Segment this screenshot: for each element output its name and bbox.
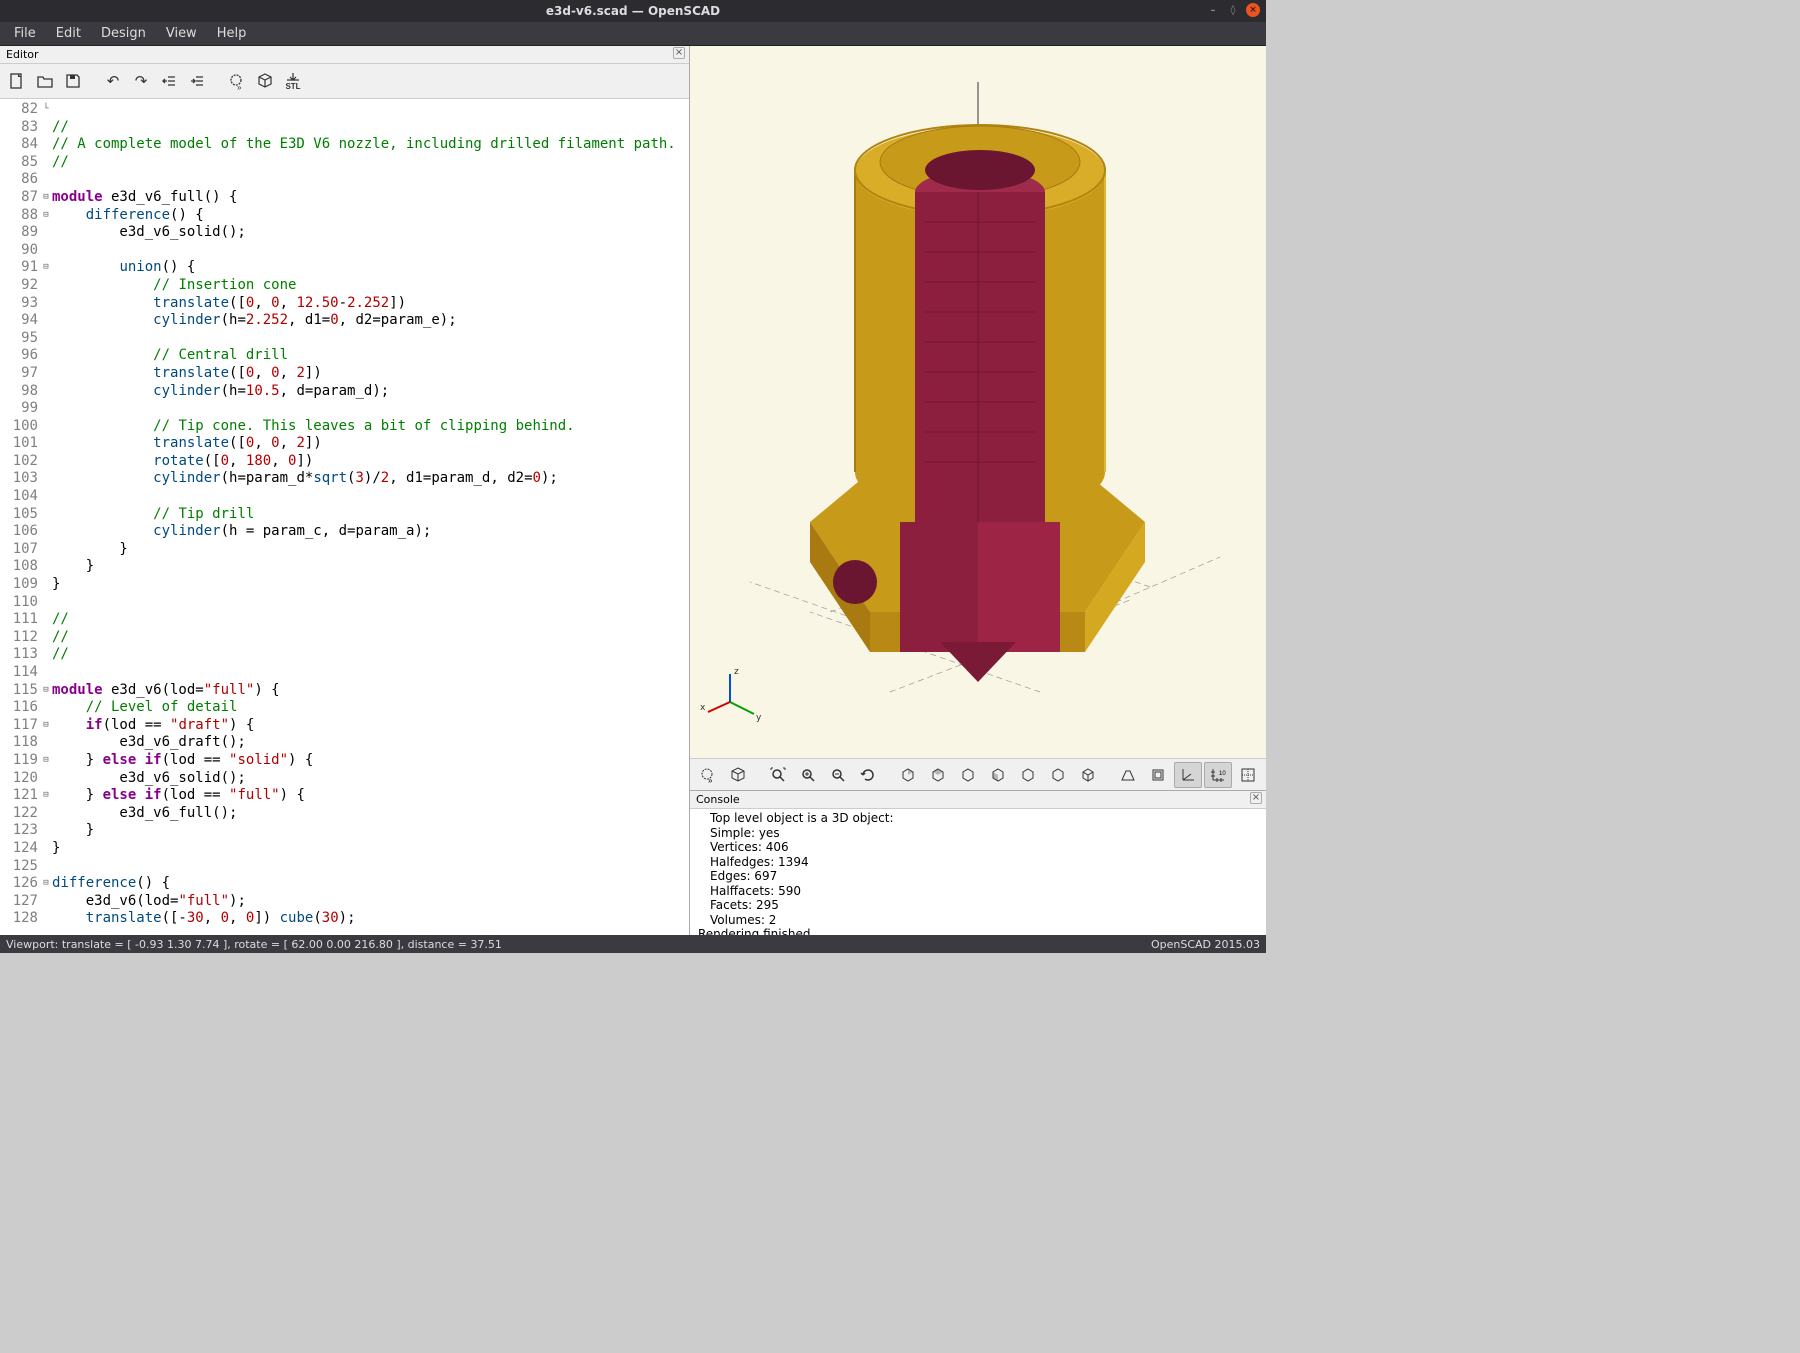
vt-crosshairs-button[interactable]: [1234, 762, 1262, 788]
console-line: Simple: yes: [698, 826, 1258, 841]
console-line: Vertices: 406: [698, 840, 1258, 855]
render-button[interactable]: [252, 68, 278, 94]
vt-resetview-button[interactable]: [854, 762, 882, 788]
redo-button[interactable]: ↷: [128, 68, 154, 94]
editor-title-label: Editor: [6, 48, 39, 61]
window-controls: – ◊ ×: [1206, 3, 1260, 17]
console-line: Volumes: 2: [698, 913, 1258, 928]
console-line: Rendering finished.: [698, 927, 1258, 935]
menu-design[interactable]: Design: [91, 24, 156, 43]
titlebar: e3d-v6.scad — OpenSCAD – ◊ ×: [0, 0, 1266, 22]
console-title-label: Console: [696, 793, 740, 806]
menu-help[interactable]: Help: [207, 24, 257, 43]
vt-back-button[interactable]: [1044, 762, 1072, 788]
vt-left-button[interactable]: [984, 762, 1012, 788]
editor-toolbar: ↶ ↷ » STL: [0, 64, 689, 99]
close-icon[interactable]: ×: [1246, 3, 1260, 17]
console-line: Top level object is a 3D object:: [698, 811, 1258, 826]
vt-axes-button[interactable]: [1174, 762, 1202, 788]
menu-edit[interactable]: Edit: [46, 24, 91, 43]
svg-text:»: »: [708, 776, 713, 784]
maximize-icon[interactable]: ◊: [1226, 3, 1240, 17]
statusbar: Viewport: translate = [ -0.93 1.30 7.74 …: [0, 935, 1266, 953]
vt-scalemarkers-button[interactable]: 10: [1204, 762, 1232, 788]
unindent-button[interactable]: [156, 68, 182, 94]
window-title: e3d-v6.scad — OpenSCAD: [546, 4, 720, 18]
editor-panel-title: Editor ×: [0, 46, 689, 64]
indent-button[interactable]: [184, 68, 210, 94]
rendered-model: z y x: [690, 46, 1266, 758]
vt-orthogonal-button[interactable]: [1144, 762, 1172, 788]
code-editor[interactable]: 8283848586878889909192939495969798991001…: [0, 99, 689, 935]
undo-button[interactable]: ↶: [100, 68, 126, 94]
console-output[interactable]: Top level object is a 3D object: Simple:…: [690, 809, 1266, 935]
3d-viewport[interactable]: z y x: [690, 46, 1266, 758]
vt-zoomin-button[interactable]: [794, 762, 822, 788]
vt-diagonal-button[interactable]: [1074, 762, 1102, 788]
vt-preview-button[interactable]: »: [694, 762, 722, 788]
vt-top-button[interactable]: [924, 762, 952, 788]
vt-right-button[interactable]: [894, 762, 922, 788]
console-close-icon[interactable]: ×: [1250, 792, 1262, 804]
svg-text:x: x: [700, 703, 706, 713]
view-toolbar: » 10: [690, 758, 1266, 790]
status-version: OpenSCAD 2015.03: [1151, 938, 1260, 951]
save-button[interactable]: [60, 68, 86, 94]
svg-text:y: y: [756, 713, 762, 723]
console-line: Halffacets: 590: [698, 884, 1258, 899]
open-button[interactable]: [32, 68, 58, 94]
vt-perspective-button[interactable]: [1114, 762, 1142, 788]
new-button[interactable]: [4, 68, 30, 94]
menu-file[interactable]: File: [4, 24, 46, 43]
stl-label: STL: [285, 83, 300, 91]
console-line: Facets: 295: [698, 898, 1258, 913]
svg-text:z: z: [734, 667, 739, 677]
console-line: Edges: 697: [698, 869, 1258, 884]
vt-bottom-button[interactable]: [954, 762, 982, 788]
export-stl-button[interactable]: STL: [280, 68, 306, 94]
vt-viewall-button[interactable]: [764, 762, 792, 788]
editor-close-icon[interactable]: ×: [673, 47, 685, 59]
status-viewport-info: Viewport: translate = [ -0.93 1.30 7.74 …: [6, 938, 502, 951]
svg-text:»: »: [237, 83, 242, 91]
menubar: File Edit Design View Help: [0, 22, 1266, 46]
console-panel-title: Console ×: [690, 791, 1266, 809]
console-panel: Console × Top level object is a 3D objec…: [690, 790, 1266, 935]
svg-text:10: 10: [1219, 771, 1226, 777]
vt-render-button[interactable]: [724, 762, 752, 788]
minimize-icon[interactable]: –: [1206, 3, 1220, 17]
vt-zoomout-button[interactable]: [824, 762, 852, 788]
editor-panel: Editor × ↶ ↷ » STL 828384858687888990919…: [0, 46, 690, 935]
menu-view[interactable]: View: [156, 24, 207, 43]
preview-button[interactable]: »: [224, 68, 250, 94]
vt-front-button[interactable]: [1014, 762, 1042, 788]
console-line: Halfedges: 1394: [698, 855, 1258, 870]
